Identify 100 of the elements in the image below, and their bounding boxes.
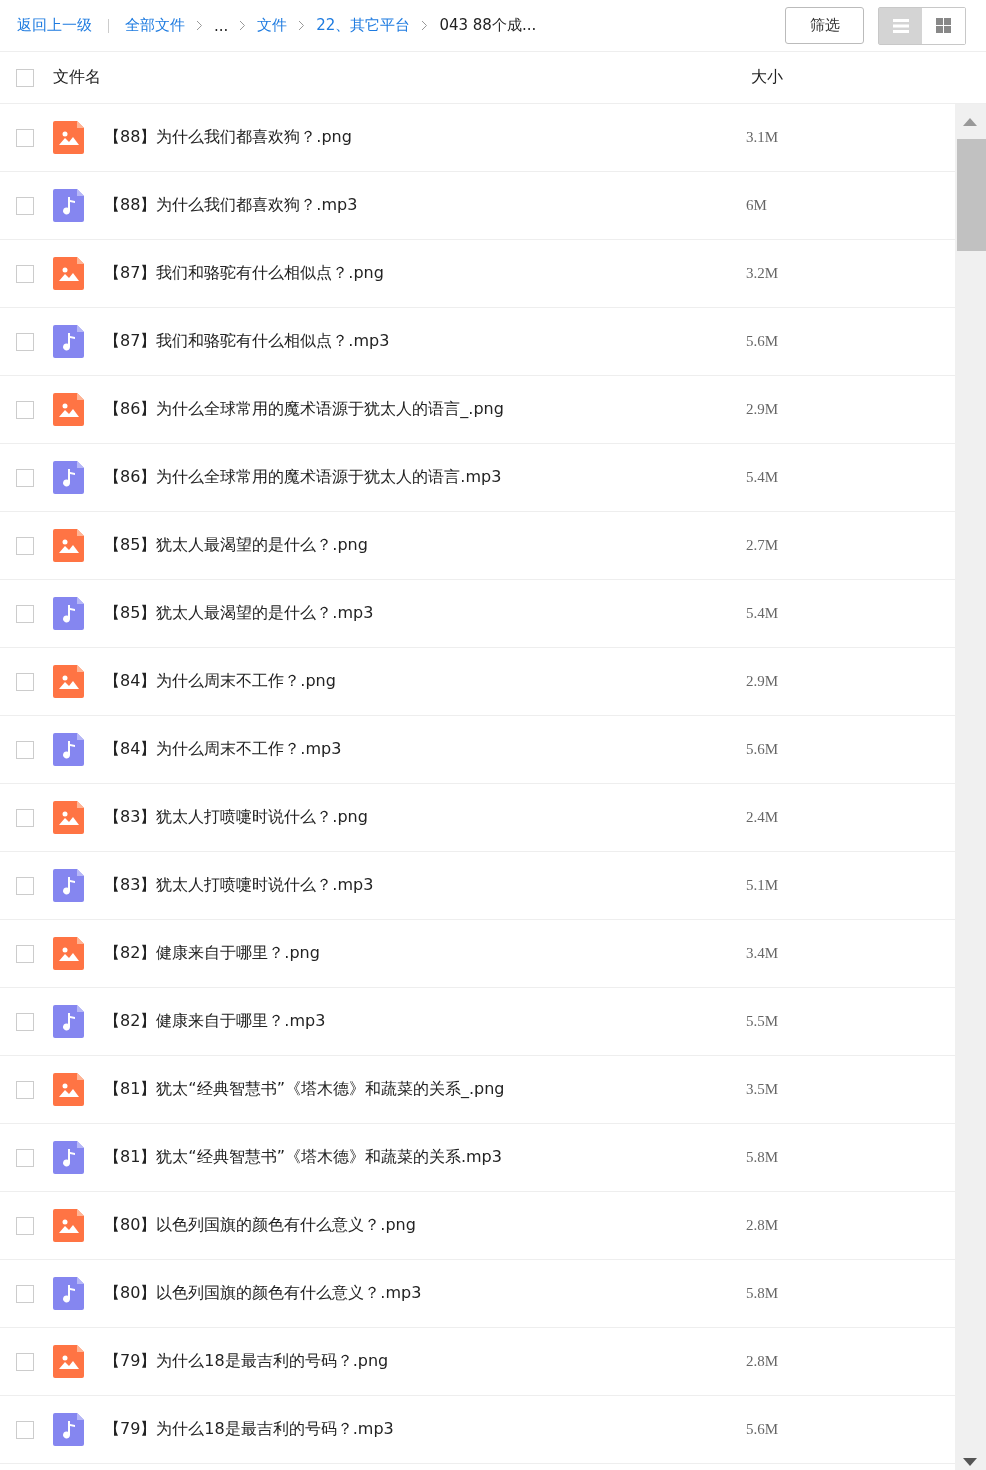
chevron-icon xyxy=(421,20,429,31)
breadcrumb-text: 043 88个成... xyxy=(439,16,537,35)
file-name[interactable]: 【79】为什么18是最吉利的号码？.png xyxy=(104,1351,714,1372)
file-name[interactable]: 【81】犹太“经典智慧书”《塔木德》和蔬菜的关系_.png xyxy=(104,1079,714,1100)
music-file-icon xyxy=(53,1413,84,1446)
checkbox[interactable] xyxy=(16,876,34,895)
file-size: 3.1M xyxy=(746,129,779,146)
checkbox[interactable] xyxy=(16,1352,34,1371)
image-file-icon xyxy=(53,393,84,426)
chevron-icon xyxy=(298,20,306,31)
music-file-icon xyxy=(53,1277,84,1310)
image-file-icon xyxy=(53,1209,84,1242)
checkbox[interactable] xyxy=(16,1080,34,1099)
back-link[interactable]: 返回上一级 xyxy=(17,16,92,35)
column-header: 大小 xyxy=(751,67,783,88)
file-size: 6M xyxy=(746,197,767,214)
music-file-icon xyxy=(53,869,84,902)
breadcrumb-link[interactable]: 文件 xyxy=(257,16,288,35)
file-name[interactable]: 【85】犹太人最渴望的是什么？.png xyxy=(104,535,714,556)
checkbox[interactable] xyxy=(16,196,34,215)
image-file-icon xyxy=(53,1073,84,1106)
file-size: 5.1M xyxy=(746,877,779,894)
list-icon xyxy=(892,18,909,33)
music-file-icon xyxy=(53,189,84,222)
file-name[interactable]: 【88】为什么我们都喜欢狗？.png xyxy=(104,127,714,148)
file-size: 5.4M xyxy=(746,605,779,622)
chevron-icon xyxy=(196,20,203,31)
music-file-icon xyxy=(53,1005,84,1038)
checkbox[interactable] xyxy=(16,672,34,691)
file-size: 3.5M xyxy=(746,1081,779,1098)
file-size: 5.4M xyxy=(746,469,779,486)
file-size: 5.5M xyxy=(746,1013,779,1030)
checkbox[interactable] xyxy=(16,400,34,419)
file-name[interactable]: 【86】为什么全球常用的魔术语源于犹太人的语言_.png xyxy=(104,399,714,420)
file-size: 3.4M xyxy=(746,945,779,962)
file-name[interactable]: 【83】犹太人打喷嚏时说什么？.png xyxy=(104,807,714,828)
image-file-icon xyxy=(53,801,84,834)
file-name[interactable]: 【84】为什么周末不工作？.png xyxy=(104,671,714,692)
file-name[interactable]: 【84】为什么周末不工作？.mp3 xyxy=(104,739,714,760)
breadcrumb-link[interactable]: 全部文件 xyxy=(125,16,185,35)
file-name[interactable]: 【81】犹太“经典智慧书”《塔木德》和蔬菜的关系.mp3 xyxy=(104,1147,714,1168)
file-name[interactable]: 【87】我们和骆驼有什么相似点？.png xyxy=(104,263,714,284)
file-name[interactable]: 【82】健康来自于哪里？.png xyxy=(104,943,714,964)
file-size: 2.9M xyxy=(746,401,779,418)
checkbox[interactable] xyxy=(16,604,34,623)
checkbox[interactable] xyxy=(16,468,34,487)
file-name[interactable]: 【80】以色列国旗的颜色有什么意义？.png xyxy=(104,1215,714,1236)
column-header: 文件名 xyxy=(53,67,102,88)
file-size: 2.7M xyxy=(746,537,779,554)
image-file-icon xyxy=(53,529,84,562)
music-file-icon xyxy=(53,1141,84,1174)
file-name[interactable]: 【86】为什么全球常用的魔术语源于犹太人的语言.mp3 xyxy=(104,467,714,488)
music-file-icon xyxy=(53,597,84,630)
scrollbar-thumb[interactable] xyxy=(957,139,986,251)
file-name[interactable]: 【83】犹太人打喷嚏时说什么？.mp3 xyxy=(104,875,714,896)
checkbox[interactable] xyxy=(16,1012,34,1031)
checkbox[interactable] xyxy=(16,1216,34,1235)
scroll-down-arrow-icon[interactable] xyxy=(963,1458,977,1466)
image-file-icon xyxy=(53,257,84,290)
file-size: 3.2M xyxy=(746,265,779,282)
checkbox[interactable] xyxy=(16,1148,34,1167)
checkbox[interactable] xyxy=(16,740,34,759)
image-file-icon xyxy=(53,937,84,970)
image-file-icon xyxy=(53,1345,84,1378)
file-name[interactable]: 【85】犹太人最渴望的是什么？.mp3 xyxy=(104,603,714,624)
file-name[interactable]: 【79】为什么18是最吉利的号码？.mp3 xyxy=(104,1419,714,1440)
file-name[interactable]: 【82】健康来自于哪里？.mp3 xyxy=(104,1011,714,1032)
file-size: 2.8M xyxy=(746,1217,779,1234)
image-file-icon xyxy=(53,665,84,698)
file-size: 5.6M xyxy=(746,741,779,758)
checkbox[interactable] xyxy=(16,332,34,351)
breadcrumb-text: ... xyxy=(214,16,229,35)
chevron-icon xyxy=(239,20,247,31)
music-file-icon xyxy=(53,461,84,494)
scrollbar[interactable] xyxy=(955,104,986,1470)
file-size: 5.6M xyxy=(746,1421,779,1438)
music-file-icon xyxy=(53,733,84,766)
checkbox[interactable] xyxy=(16,128,34,147)
scroll-up-arrow-icon[interactable] xyxy=(963,118,977,126)
file-size: 5.8M xyxy=(746,1285,779,1302)
checkbox[interactable] xyxy=(16,1420,34,1439)
music-file-icon xyxy=(53,325,84,358)
image-file-icon xyxy=(53,121,84,154)
checkbox[interactable] xyxy=(16,68,34,87)
breadcrumb-link[interactable]: 22、其它平台 xyxy=(316,16,411,35)
file-size: 2.4M xyxy=(746,809,779,826)
file-name[interactable]: 【88】为什么我们都喜欢狗？.mp3 xyxy=(104,195,714,216)
checkbox[interactable] xyxy=(16,944,34,963)
file-size: 2.8M xyxy=(746,1353,779,1370)
file-name[interactable]: 【87】我们和骆驼有什么相似点？.mp3 xyxy=(104,331,714,352)
list-view-button[interactable] xyxy=(879,7,922,44)
checkbox[interactable] xyxy=(16,808,34,827)
checkbox[interactable] xyxy=(16,264,34,283)
checkbox[interactable] xyxy=(16,1284,34,1303)
file-size: 5.8M xyxy=(746,1149,779,1166)
file-size: 5.6M xyxy=(746,333,779,350)
file-name[interactable]: 【80】以色列国旗的颜色有什么意义？.mp3 xyxy=(104,1283,714,1304)
checkbox[interactable] xyxy=(16,536,34,555)
file-size: 2.9M xyxy=(746,673,779,690)
filter-button[interactable]: 筛选 xyxy=(785,7,864,44)
